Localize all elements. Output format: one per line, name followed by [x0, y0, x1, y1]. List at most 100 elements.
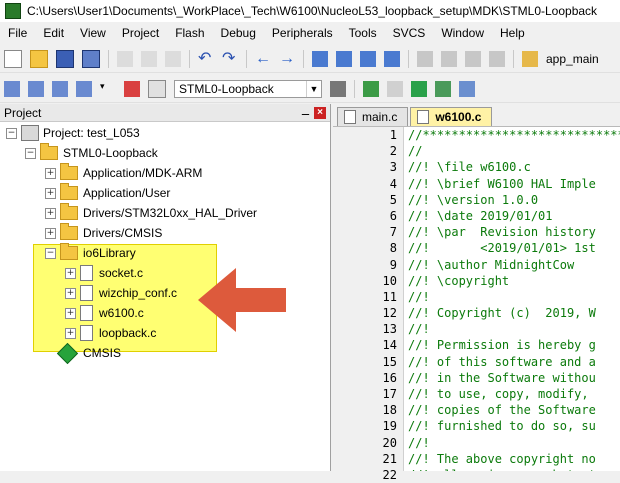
code-line[interactable]: // [404, 143, 620, 159]
code-line[interactable]: //! in the Software withou [404, 370, 620, 386]
load-icon[interactable] [148, 80, 166, 98]
menu-project[interactable]: Project [114, 26, 167, 40]
copy-icon[interactable] [141, 51, 157, 67]
pack-installer-icon[interactable] [459, 81, 475, 97]
tree-file-label: socket.c [99, 266, 144, 280]
uncomment-icon[interactable] [489, 51, 505, 67]
open-folder-icon[interactable] [30, 50, 48, 68]
tab-w6100-c[interactable]: w6100.c [410, 107, 493, 126]
expand-icon[interactable]: + [45, 207, 56, 219]
stop-build-icon[interactable] [124, 81, 140, 97]
comment-icon[interactable] [465, 51, 481, 67]
batch-build-icon[interactable] [76, 81, 92, 97]
prev-bookmark-icon[interactable] [336, 51, 352, 67]
code-line[interactable]: //***************************** [404, 127, 620, 143]
tree-file-loopback[interactable]: + loopback.c [65, 323, 156, 343]
code-line[interactable]: //! Copyright (c) 2019, W [404, 305, 620, 321]
expand-icon[interactable]: + [45, 167, 56, 179]
code-line[interactable]: //! [404, 289, 620, 305]
tree-file-socket[interactable]: + socket.c [65, 263, 143, 283]
target-select[interactable]: STML0-Loopback ▼ [174, 80, 322, 98]
code-line[interactable]: //! to use, copy, modify, [404, 386, 620, 402]
tree-project[interactable]: − Project: test_L053 [6, 123, 140, 143]
tree-group-application-user[interactable]: + Application/User [45, 183, 170, 203]
navigate-forward-icon[interactable]: → [279, 51, 295, 67]
menu-edit[interactable]: Edit [35, 26, 72, 40]
undo-icon[interactable]: ↶ [198, 51, 214, 67]
code-line[interactable]: //! \date 2019/01/01 [404, 208, 620, 224]
code-line[interactable]: //! \brief W6100 HAL Imple [404, 176, 620, 192]
menu-file[interactable]: File [0, 26, 35, 40]
pin-icon[interactable]: ⚊ [301, 107, 310, 118]
collapse-icon[interactable]: − [6, 127, 17, 139]
expand-icon[interactable]: + [65, 307, 76, 319]
menu-flash[interactable]: Flash [167, 26, 212, 40]
chevron-down-icon[interactable]: ▼ [306, 81, 321, 97]
next-bookmark-icon[interactable] [360, 51, 376, 67]
menu-view[interactable]: View [72, 26, 114, 40]
cut-icon[interactable] [117, 51, 133, 67]
code-line[interactable]: //! of this software and a [404, 354, 620, 370]
find-in-files-icon[interactable] [522, 51, 538, 67]
rebuild-icon[interactable] [52, 81, 68, 97]
tree-cmsis-component[interactable]: CMSIS [56, 342, 121, 364]
redo-icon[interactable]: ↷ [222, 51, 238, 67]
menu-help[interactable]: Help [492, 26, 533, 40]
code-line[interactable]: //! \par Revision history [404, 224, 620, 240]
build-icon[interactable] [28, 81, 44, 97]
file-extensions-icon[interactable] [387, 81, 403, 97]
expand-icon[interactable]: + [65, 267, 76, 279]
expand-icon[interactable]: + [65, 287, 76, 299]
tab-main-c[interactable]: main.c [337, 107, 409, 126]
expand-icon[interactable]: + [45, 227, 56, 239]
expand-icon[interactable]: + [65, 327, 76, 339]
manage-project-items-icon[interactable] [363, 81, 379, 97]
indent-icon[interactable] [417, 51, 433, 67]
code-line[interactable]: //! all copies or substant [404, 467, 620, 471]
tree-file-wizchip-conf[interactable]: + wizchip_conf.c [65, 283, 177, 303]
code-line[interactable]: //! Permission is hereby g [404, 337, 620, 353]
code-line[interactable]: //! furnished to do so, su [404, 418, 620, 434]
translate-icon[interactable] [4, 81, 20, 97]
manage-runtime-environment-icon[interactable] [411, 81, 427, 97]
tree-group-drivers-cmsis[interactable]: + Drivers/CMSIS [45, 223, 162, 243]
menu-svcs[interactable]: SVCS [385, 26, 434, 40]
tree-group-io6library[interactable]: − io6Library [45, 243, 136, 263]
code-editor[interactable]: 1 2 3 4 5 6 7 8 9 10 11 12 13 14 15 16 17 18 19 20 21 22 //**… [333, 127, 620, 482]
new-file-icon[interactable] [4, 50, 22, 68]
code-text-area[interactable]: //*****************************////! \fi… [404, 127, 620, 471]
code-line[interactable]: //! [404, 435, 620, 451]
save-icon[interactable] [56, 50, 74, 68]
function-name[interactable]: app_main [546, 52, 599, 66]
tree-group-application-mdk-arm[interactable]: + Application/MDK-ARM [45, 163, 202, 183]
menu-tools[interactable]: Tools [341, 26, 385, 40]
target-options-icon[interactable] [330, 81, 346, 97]
clear-bookmarks-icon[interactable] [384, 51, 400, 67]
expand-icon[interactable]: + [45, 187, 56, 199]
code-line[interactable]: //! copies of the Software [404, 402, 620, 418]
menu-peripherals[interactable]: Peripherals [264, 26, 341, 40]
dropdown-arrow-icon[interactable]: ▾ [100, 81, 116, 97]
project-panel-header: Project ⚊ × [0, 104, 330, 122]
close-icon[interactable]: × [314, 106, 326, 119]
code-line[interactable]: //! [404, 321, 620, 337]
code-line[interactable]: //! The above copyright no [404, 451, 620, 467]
collapse-icon[interactable]: − [25, 147, 36, 159]
code-line[interactable]: //! \version 1.0.0 [404, 192, 620, 208]
code-line[interactable]: //! \file w6100.c [404, 159, 620, 175]
select-packs-icon[interactable] [435, 81, 451, 97]
bookmark-icon[interactable] [312, 51, 328, 67]
tree-file-w6100[interactable]: + w6100.c [65, 303, 144, 323]
navigate-back-icon[interactable]: ← [255, 51, 271, 67]
tree-target[interactable]: − STML0-Loopback [25, 143, 158, 163]
collapse-icon[interactable]: − [45, 247, 56, 259]
code-line[interactable]: //! <2019/01/01> 1st [404, 240, 620, 256]
code-line[interactable]: //! \copyright [404, 273, 620, 289]
menu-window[interactable]: Window [433, 26, 492, 40]
code-line[interactable]: //! \author MidnightCow [404, 257, 620, 273]
tree-group-drivers-hal[interactable]: + Drivers/STM32L0xx_HAL_Driver [45, 203, 257, 223]
save-all-icon[interactable] [82, 50, 100, 68]
unindent-icon[interactable] [441, 51, 457, 67]
menu-debug[interactable]: Debug [213, 26, 264, 40]
paste-icon[interactable] [165, 51, 181, 67]
